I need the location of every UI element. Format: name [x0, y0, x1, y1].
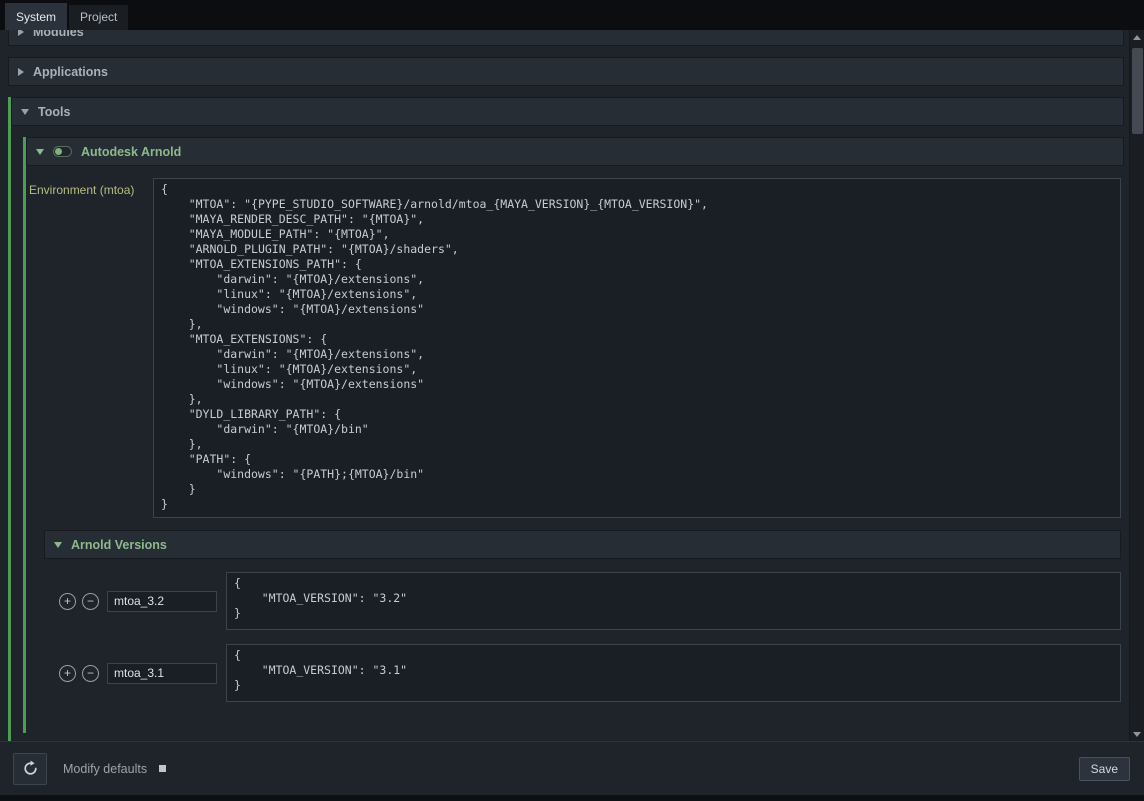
scroll-down-button[interactable] — [1130, 727, 1144, 741]
section-autodesk-arnold-body: Environment (mtoa) { "MTOA": "{PYPE_STUD… — [26, 166, 1124, 733]
section-autodesk-arnold-label: Autodesk Arnold — [81, 145, 181, 159]
section-arnold-versions: Arnold Versions + − { "MTOA_VERSION": "3… — [44, 530, 1121, 719]
section-tools-header[interactable]: Tools — [11, 97, 1124, 126]
section-modules: Modules — [8, 30, 1124, 46]
section-applications-header[interactable]: Applications — [8, 57, 1124, 86]
section-arnold-versions-header[interactable]: Arnold Versions — [44, 530, 1121, 559]
scroll-down-icon — [1133, 732, 1141, 737]
chevron-down-icon — [36, 149, 44, 155]
scroll-up-icon — [1133, 35, 1141, 40]
modify-defaults-checkbox[interactable] — [159, 765, 166, 772]
tab-project[interactable]: Project — [69, 5, 128, 30]
section-modules-label: Modules — [33, 30, 84, 39]
footer-bar: Modify defaults Save — [0, 741, 1144, 795]
refresh-button[interactable] — [13, 753, 47, 785]
section-arnold-versions-label: Arnold Versions — [71, 538, 167, 552]
section-autodesk-arnold-header[interactable]: Autodesk Arnold — [26, 137, 1124, 166]
modify-defaults-label: Modify defaults — [63, 762, 147, 776]
section-modules-header[interactable]: Modules — [8, 30, 1124, 46]
section-applications: Applications — [8, 57, 1124, 86]
version-value-textarea[interactable]: { "MTOA_VERSION": "3.1" } — [226, 644, 1121, 702]
section-tools: Tools Autodesk Arnold Environment (mtoa)… — [8, 97, 1124, 741]
version-key-input[interactable] — [107, 591, 217, 612]
save-button[interactable]: Save — [1079, 757, 1130, 781]
section-tools-body: Autodesk Arnold Environment (mtoa) { "MT… — [11, 126, 1124, 741]
section-autodesk-arnold: Autodesk Arnold Environment (mtoa) { "MT… — [23, 137, 1124, 733]
settings-scroll-area: Modules Applications Tools Autodesk Arno… — [0, 30, 1129, 741]
add-version-button[interactable]: + — [59, 665, 76, 682]
environment-row: Environment (mtoa) { "MTOA": "{PYPE_STUD… — [29, 178, 1121, 518]
refresh-icon — [22, 760, 39, 777]
chevron-down-icon — [54, 542, 62, 548]
environment-mtoa-label: Environment (mtoa) — [29, 178, 153, 197]
version-row-mtoa-3-2: + − { "MTOA_VERSION": "3.2" } — [59, 572, 1121, 630]
chevron-right-icon — [18, 68, 24, 76]
chevron-down-icon — [21, 109, 29, 115]
version-value-textarea[interactable]: { "MTOA_VERSION": "3.2" } — [226, 572, 1121, 630]
remove-version-button[interactable]: − — [82, 593, 99, 610]
environment-mtoa-textarea[interactable]: { "MTOA": "{PYPE_STUDIO_SOFTWARE}/arnold… — [153, 178, 1121, 518]
scrollbar-thumb[interactable] — [1132, 48, 1143, 134]
add-version-button[interactable]: + — [59, 593, 76, 610]
version-row-mtoa-3-1: + − { "MTOA_VERSION": "3.1" } — [59, 644, 1121, 702]
vertical-scrollbar[interactable] — [1129, 30, 1144, 741]
version-key-input[interactable] — [107, 663, 217, 684]
tab-system[interactable]: System — [5, 3, 67, 30]
scrollbar-track[interactable] — [1130, 44, 1144, 727]
chevron-right-icon — [18, 30, 24, 36]
arnold-enabled-toggle[interactable] — [53, 146, 72, 157]
scroll-up-button[interactable] — [1130, 30, 1144, 44]
settings-panel: Modules Applications Tools Autodesk Arno… — [0, 30, 1144, 741]
section-applications-label: Applications — [33, 65, 108, 79]
section-tools-label: Tools — [38, 105, 70, 119]
remove-version-button[interactable]: − — [82, 665, 99, 682]
arnold-versions-body: + − { "MTOA_VERSION": "3.2" } + − — [44, 559, 1121, 719]
top-tab-bar: System Project — [0, 0, 1144, 30]
